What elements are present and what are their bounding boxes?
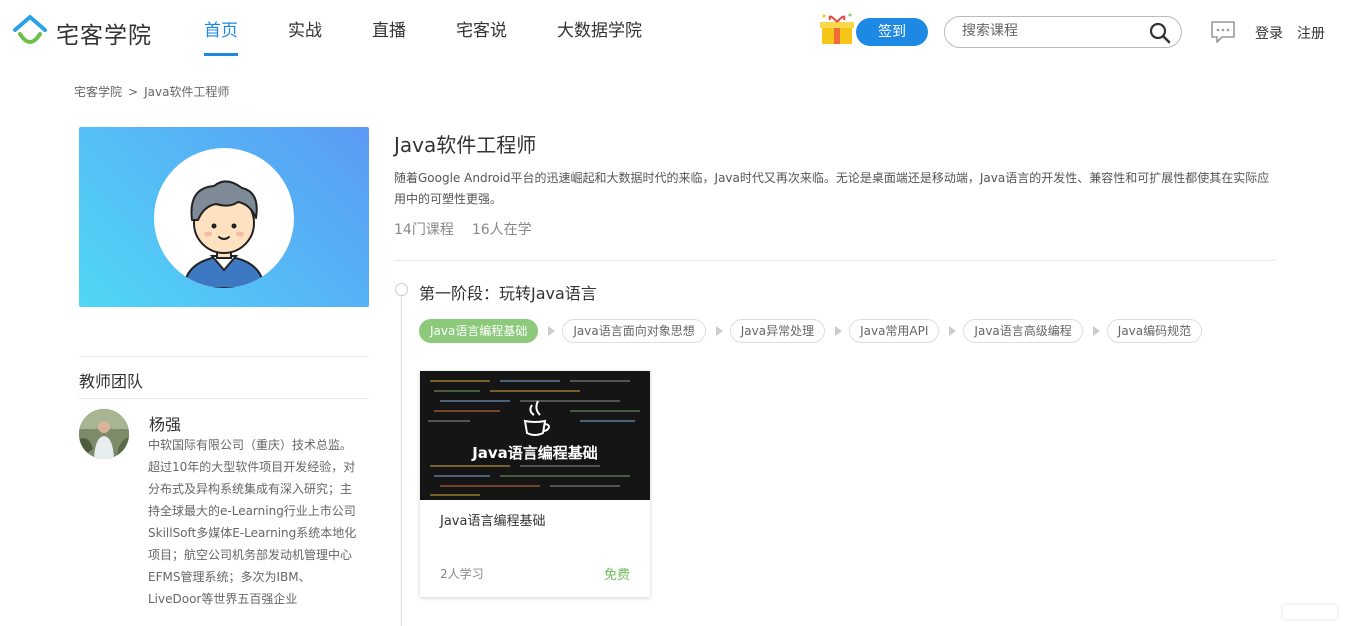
code-background-icon [420, 371, 650, 500]
course-tags: Java语言编程基础 Java语言面向对象思想 Java异常处理 Java常用A… [419, 319, 1203, 343]
tag-java-advanced[interactable]: Java语言高级编程 [963, 319, 1083, 343]
tag-java-basics[interactable]: Java语言编程基础 [419, 319, 539, 343]
login-link[interactable]: 登录 [1255, 23, 1283, 43]
course-card-name[interactable]: Java语言编程基础 [440, 510, 545, 529]
teacher-description: 中软国际有限公司（重庆）技术总监。超过10年的大型软件项目开发经验，对分布式及异… [148, 438, 357, 606]
left-divider [79, 356, 369, 357]
learner-count: 16人在学 [471, 222, 532, 238]
message-icon[interactable] [1210, 20, 1236, 48]
course-card[interactable]: Java语言编程基础 Java语言编程基础 2人学习 免费 [420, 371, 650, 597]
site-logo[interactable]: 宅客学院 [12, 14, 152, 52]
house-logo-icon [12, 14, 48, 52]
search-box [944, 16, 1182, 48]
search-icon[interactable] [1149, 22, 1171, 48]
nav-zhaike-talk[interactable]: 宅客说 [456, 0, 507, 62]
gift-box-icon[interactable] [820, 12, 856, 50]
register-link[interactable]: 注册 [1297, 23, 1325, 43]
content-divider [394, 260, 1275, 261]
course-cover: + + + [79, 127, 369, 307]
signin-button[interactable]: 签到 [856, 18, 928, 46]
breadcrumb-separator: > [128, 85, 139, 99]
top-header: 宅客学院 首页 实战 直播 宅客说 大数据学院 签到 搜索课程 登录 注册 [0, 0, 1345, 62]
teacher-team-title: 教师团队 [79, 372, 144, 391]
tag-java-exceptions[interactable]: Java异常处理 [729, 319, 826, 343]
search-input[interactable] [962, 23, 1142, 39]
nav-home[interactable]: 首页 [204, 0, 238, 62]
tag-java-oop[interactable]: Java语言面向对象思想 [562, 319, 706, 343]
nav-bigdata[interactable]: 大数据学院 [557, 0, 642, 62]
arrow-right-icon [715, 326, 723, 336]
floating-widget[interactable] [1283, 605, 1337, 619]
course-card-price: 免费 [603, 568, 630, 583]
logo-text: 宅客学院 [56, 23, 152, 49]
stage-title: 第一阶段：玩转Java语言 [419, 284, 597, 303]
cartoon-boy-icon [182, 180, 266, 288]
arrow-right-icon [548, 326, 556, 336]
nav-live[interactable]: 直播 [372, 0, 406, 62]
course-description: 随着Google Android平台的迅速崛起和大数据时代的来临，Java时代又… [394, 171, 1270, 206]
course-stats: 14门课程 16人在学 [394, 219, 550, 239]
lesson-count: 14门课程 [394, 222, 454, 238]
breadcrumb: 宅客学院 > Java软件工程师 [74, 83, 235, 100]
tag-java-api[interactable]: Java常用API [849, 319, 940, 343]
timeline-line [401, 296, 402, 626]
arrow-right-icon [949, 326, 957, 336]
course-card-image: Java语言编程基础 [420, 371, 650, 500]
arrow-right-icon [835, 326, 843, 336]
breadcrumb-home[interactable]: 宅客学院 [74, 85, 122, 99]
main-nav: 首页 实战 直播 宅客说 大数据学院 [204, 0, 692, 62]
course-card-learners: 2人学习 [440, 567, 484, 581]
breadcrumb-current: Java软件工程师 [144, 85, 230, 99]
course-card-image-title: Java语言编程基础 [472, 444, 598, 462]
teacher-avatar[interactable] [79, 409, 129, 459]
course-title: Java软件工程师 [394, 133, 537, 157]
teacher-name[interactable]: 杨强 [149, 411, 181, 435]
timeline-dot-icon [395, 283, 408, 296]
nav-practice[interactable]: 实战 [288, 0, 322, 62]
cover-avatar-circle [154, 148, 294, 288]
tag-java-coding-standards[interactable]: Java编码规范 [1106, 319, 1203, 343]
left-divider [79, 398, 369, 399]
arrow-right-icon [1092, 326, 1100, 336]
